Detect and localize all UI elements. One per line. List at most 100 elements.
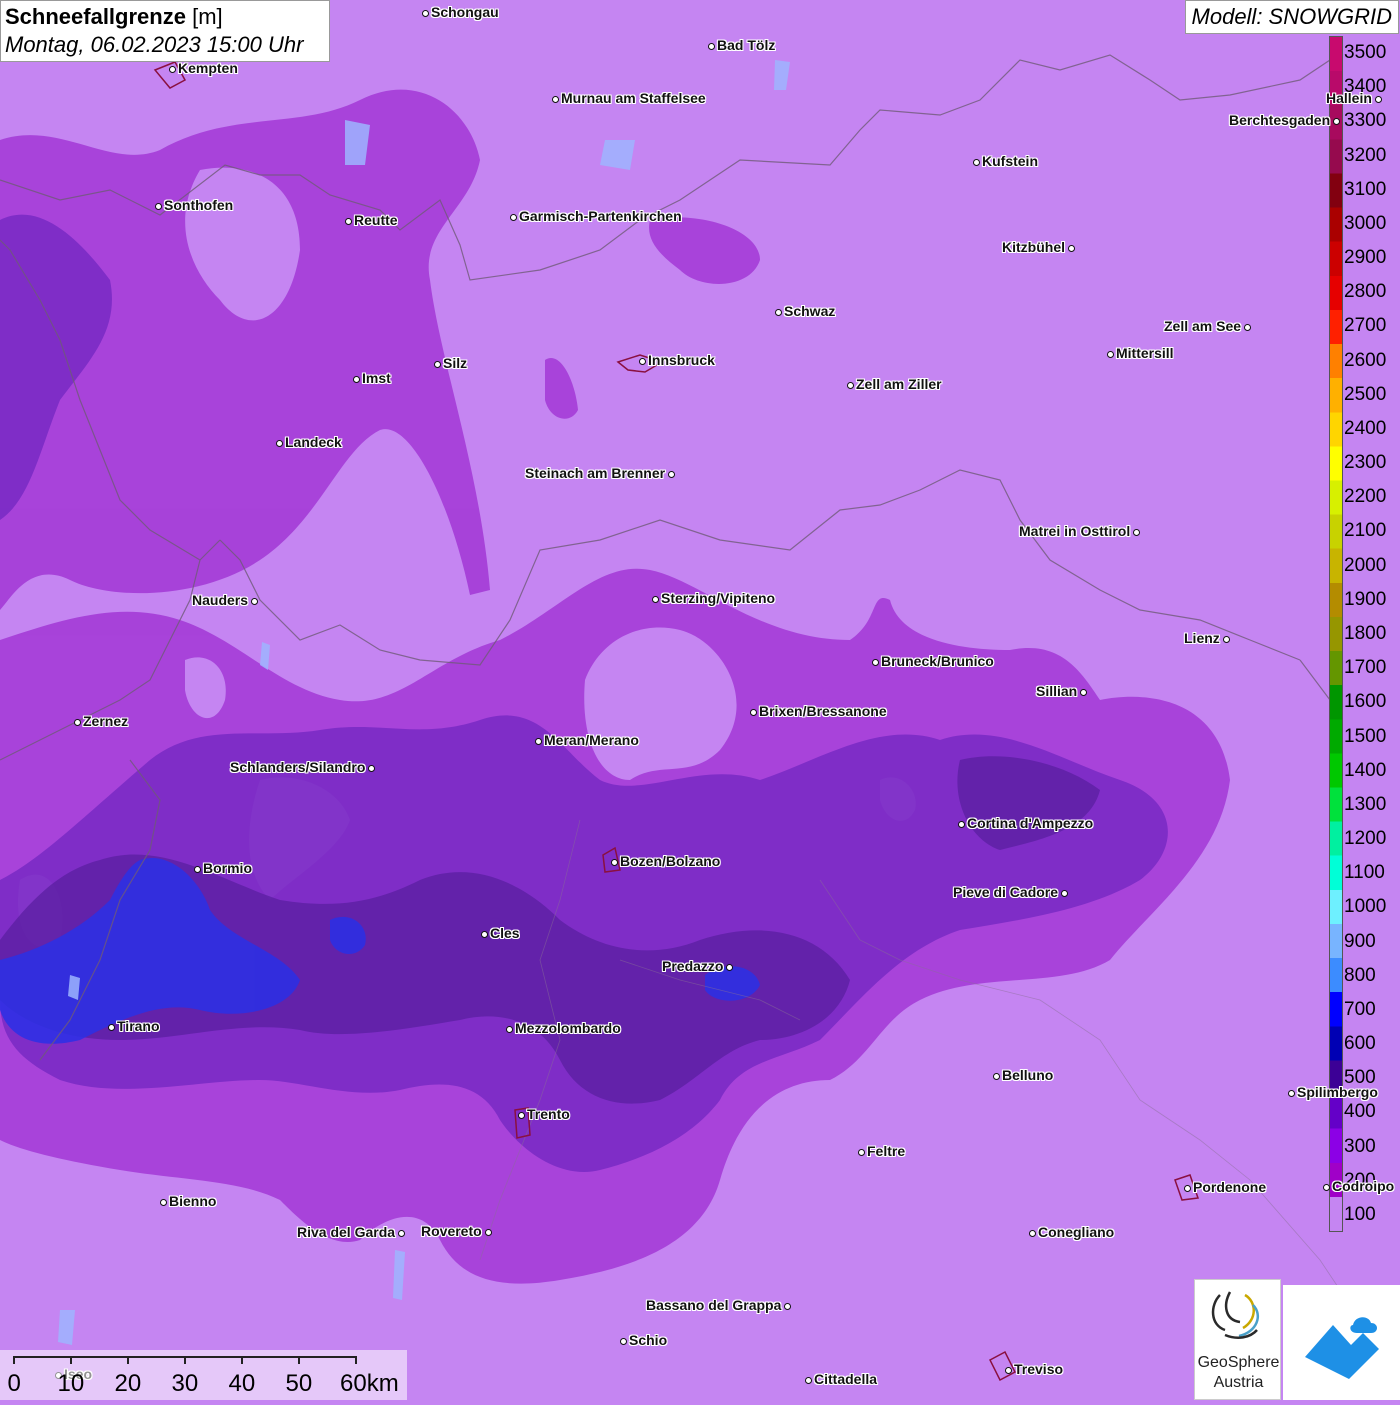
city-label: Trento bbox=[527, 1106, 570, 1122]
city-marker bbox=[857, 1148, 865, 1156]
scale-label: 50 bbox=[285, 1370, 313, 1397]
city-label: Tirano bbox=[117, 1018, 160, 1034]
geosphere-name: GeoSphere bbox=[1197, 1354, 1280, 1371]
city-marker bbox=[250, 597, 258, 605]
city-marker bbox=[509, 213, 517, 221]
city-label: Predazzo bbox=[662, 958, 724, 974]
city-marker bbox=[193, 865, 201, 873]
city-marker bbox=[619, 1337, 627, 1345]
city-label: Silz bbox=[443, 355, 468, 371]
city-label: Cortina d'Ampezzo bbox=[967, 815, 1094, 831]
scale-tick bbox=[241, 1356, 243, 1364]
city-marker bbox=[1183, 1184, 1191, 1192]
legend-label-1300: 1300 bbox=[1344, 793, 1387, 815]
city-marker bbox=[1222, 635, 1230, 643]
legend-label-2600: 2600 bbox=[1344, 349, 1387, 371]
geosphere-logo: GeoSphere Austria bbox=[1194, 1279, 1281, 1400]
geosphere-country: Austria bbox=[1213, 1374, 1264, 1391]
city-marker bbox=[551, 95, 559, 103]
city-label: Innsbruck bbox=[648, 352, 715, 368]
legend-label-2800: 2800 bbox=[1344, 281, 1387, 303]
city-marker bbox=[480, 930, 488, 938]
city-label: Bruneck/Brunico bbox=[881, 653, 994, 669]
legend-label-2500: 2500 bbox=[1344, 383, 1387, 405]
city-label: Reutte bbox=[354, 212, 398, 228]
city-label: Schwaz bbox=[784, 303, 836, 319]
map-datetime: Montag, 06.02.2023 15:00 Uhr bbox=[5, 32, 304, 57]
city-marker bbox=[107, 1023, 115, 1031]
legend-label-300: 300 bbox=[1344, 1135, 1376, 1157]
city-label: Matrei in Osttirol bbox=[1019, 523, 1131, 539]
city-label: Bienno bbox=[169, 1193, 217, 1209]
city-marker bbox=[484, 1228, 492, 1236]
scale-tick bbox=[298, 1356, 300, 1364]
scale-label: 20 bbox=[114, 1370, 142, 1397]
city-label: Hallein bbox=[1326, 90, 1372, 106]
legend-label-400: 400 bbox=[1344, 1101, 1376, 1123]
legend-label-3500: 3500 bbox=[1344, 42, 1387, 64]
legend-label-1100: 1100 bbox=[1344, 862, 1385, 884]
scale-tick bbox=[70, 1356, 72, 1364]
city-marker bbox=[638, 357, 646, 365]
city-marker bbox=[1067, 244, 1075, 252]
city-marker bbox=[1079, 688, 1087, 696]
legend-label-3200: 3200 bbox=[1344, 144, 1387, 166]
city-label: Imst bbox=[362, 370, 391, 386]
city-marker bbox=[1374, 95, 1382, 103]
city-label: Conegliano bbox=[1038, 1224, 1115, 1240]
color-legend bbox=[1329, 36, 1343, 1232]
city-label: Feltre bbox=[867, 1143, 906, 1159]
scale-label: 30 bbox=[171, 1370, 199, 1397]
legend-label-900: 900 bbox=[1344, 930, 1376, 952]
legend-label-3300: 3300 bbox=[1344, 110, 1387, 132]
city-marker bbox=[972, 158, 980, 166]
city-label: Schongau bbox=[431, 4, 499, 20]
city-label: Mezzolombardo bbox=[515, 1020, 621, 1036]
city-marker bbox=[517, 1111, 525, 1119]
city-marker bbox=[783, 1302, 791, 1310]
city-label: Belluno bbox=[1002, 1067, 1054, 1083]
city-label: Kufstein bbox=[982, 153, 1038, 169]
legend-label-2200: 2200 bbox=[1344, 486, 1387, 508]
scale-tick bbox=[127, 1356, 129, 1364]
city-label: Bormio bbox=[203, 860, 252, 876]
city-marker bbox=[667, 470, 675, 478]
legend-label-2400: 2400 bbox=[1344, 417, 1387, 439]
city-label: Sterzing/Vipiteno bbox=[661, 590, 776, 606]
city-label: Meran/Merano bbox=[544, 732, 639, 748]
legend-label-2100: 2100 bbox=[1344, 520, 1387, 542]
city-label: Steinach am Brenner bbox=[525, 465, 666, 481]
scale-tick bbox=[355, 1356, 357, 1364]
city-label: Murnau am Staffelsee bbox=[561, 90, 706, 106]
city-label: Bozen/Bolzano bbox=[620, 853, 721, 869]
city-marker bbox=[1332, 117, 1340, 125]
city-marker bbox=[725, 963, 733, 971]
scale-label: 40 bbox=[228, 1370, 256, 1397]
city-marker bbox=[344, 217, 352, 225]
city-label: Spilimbergo bbox=[1297, 1084, 1378, 1100]
city-label: Nauders bbox=[192, 592, 249, 608]
city-marker bbox=[534, 737, 542, 745]
legend-label-2700: 2700 bbox=[1344, 315, 1387, 337]
city-marker bbox=[804, 1376, 812, 1384]
legend-label-600: 600 bbox=[1344, 1033, 1376, 1055]
city-marker bbox=[1106, 350, 1114, 358]
city-label: Schlanders/Silandro bbox=[230, 759, 366, 775]
city-marker bbox=[1322, 1183, 1330, 1191]
city-marker bbox=[1243, 323, 1251, 331]
city-marker bbox=[846, 381, 854, 389]
city-label: Sillian bbox=[1036, 683, 1078, 699]
legend-label-700: 700 bbox=[1344, 998, 1376, 1020]
legend-label-1600: 1600 bbox=[1344, 691, 1387, 713]
city-label: Pordenone bbox=[1193, 1179, 1267, 1195]
legend-label-3000: 3000 bbox=[1344, 212, 1387, 234]
city-marker bbox=[871, 658, 879, 666]
city-marker bbox=[433, 360, 441, 368]
city-marker bbox=[1060, 889, 1068, 897]
scale-label: 0 bbox=[7, 1370, 21, 1397]
city-marker bbox=[1132, 528, 1140, 536]
city-marker bbox=[1004, 1366, 1012, 1374]
city-marker bbox=[421, 9, 429, 17]
map-title-box: Schneefallgrenze [m] Montag, 06.02.2023 … bbox=[0, 0, 330, 62]
city-marker bbox=[367, 764, 375, 772]
